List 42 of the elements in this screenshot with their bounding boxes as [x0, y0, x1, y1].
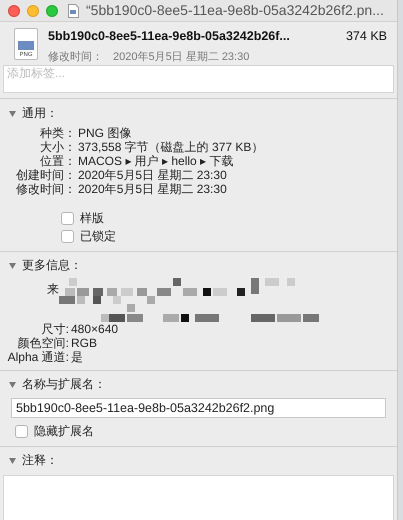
checkbox[interactable]: [61, 230, 74, 243]
minimize-button[interactable]: [27, 4, 39, 16]
window-title: “5bb190c0-8ee5-11ea-9e8b-05a3242b26f2.pn...: [86, 1, 384, 20]
close-button[interactable]: [8, 4, 20, 16]
file-name: 5bb190c0-8ee5-11ea-9e8b-05a3242b26f...: [48, 28, 290, 45]
info-label: 创建时间：: [15, 167, 76, 183]
disclosure-triangle-icon[interactable]: [8, 108, 17, 118]
info-value: 是: [70, 349, 83, 366]
section-title: 通用：: [22, 105, 58, 122]
info-label: 来: [46, 281, 59, 298]
info-label: 修改时间：: [15, 181, 76, 198]
info-label: Alpha 通道:: [6, 349, 69, 366]
disclosure-triangle-icon[interactable]: [8, 380, 17, 389]
comments-field[interactable]: [3, 475, 394, 520]
section-title: 更多信息：: [22, 257, 82, 274]
info-label: 大小：: [39, 139, 76, 155]
info-label: 颜色空间:: [16, 335, 69, 351]
checkbox[interactable]: [61, 212, 74, 225]
info-label: 尺寸:: [40, 321, 69, 337]
image-thumbnail-icon: [18, 41, 34, 50]
section-title: 名称与扩展名：: [22, 376, 106, 394]
name-field[interactable]: 5bb190c0-8ee5-11ea-9e8b-05a3242b26f2.png: [11, 398, 386, 418]
modified-label: 修改时间：: [48, 50, 103, 65]
info-value: PNG 图像: [77, 125, 132, 140]
disclosure-triangle-icon[interactable]: [8, 260, 17, 270]
section-title: 注释：: [22, 452, 58, 470]
disclosure-triangle-icon[interactable]: [8, 456, 17, 465]
info-value: 2020年5月5日 星期二 23:30: [77, 181, 227, 198]
file-size: 374 KB: [346, 28, 387, 45]
tags-field[interactable]: 添加标签...: [3, 65, 394, 94]
checkbox-label: 已锁定: [80, 228, 116, 246]
info-label: 位置：: [39, 153, 76, 169]
info-value: 373,558 字节（磁盘上的 377 KB）: [77, 139, 264, 155]
modified-date: 2020年5月5日 星期二 23:30: [113, 50, 250, 65]
checkbox-label: 样版: [80, 210, 104, 228]
zoom-button[interactable]: [46, 4, 58, 16]
checkbox-label: 隐藏扩展名: [34, 423, 94, 440]
checkbox[interactable]: [15, 424, 28, 438]
file-icon: [68, 4, 79, 18]
info-value: MACOS ▸ 用户 ▸ hello ▸ 下载: [77, 153, 234, 169]
info-value: 2020年5月5日 星期二 23:30: [77, 167, 227, 183]
info-label: 种类：: [39, 125, 76, 141]
